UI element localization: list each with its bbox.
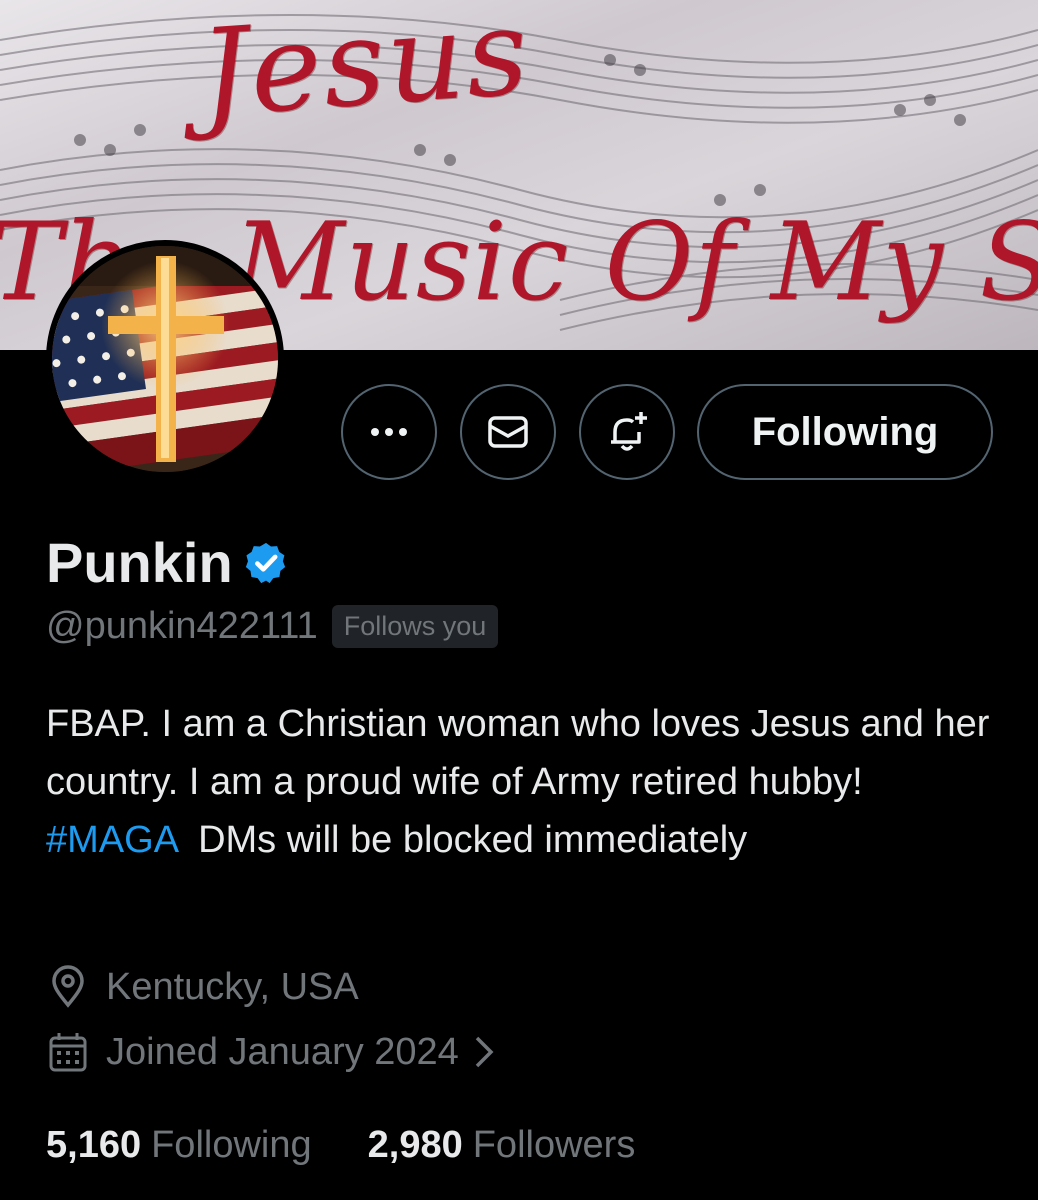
followers-count: 2,980 bbox=[367, 1124, 463, 1166]
display-name: Punkin bbox=[46, 531, 233, 594]
follow-stats: 5,160 Following 2,980 Followers bbox=[46, 1124, 635, 1167]
handle-row: @punkin422111 Follows you bbox=[46, 605, 499, 648]
banner-title-text: Jesus bbox=[195, 0, 535, 145]
verified-badge-icon[interactable] bbox=[243, 540, 289, 586]
more-icon bbox=[371, 428, 407, 436]
following-count: 5,160 bbox=[46, 1124, 142, 1166]
location-text: Kentucky, USA bbox=[106, 965, 359, 1008]
follows-you-badge: Follows you bbox=[331, 605, 499, 648]
name-row: Punkin bbox=[46, 530, 289, 595]
following-stat[interactable]: 5,160 Following bbox=[46, 1124, 312, 1167]
profile-page: Jesus The Music Of My Soul bbox=[0, 0, 1038, 1200]
chevron-right-icon bbox=[475, 1036, 494, 1068]
following-label: Following bbox=[151, 1124, 312, 1166]
location-pin-icon bbox=[52, 965, 84, 1008]
username-handle: @punkin422111 bbox=[46, 605, 318, 647]
calendar-icon bbox=[49, 1033, 87, 1072]
avatar[interactable] bbox=[46, 240, 284, 478]
bell-plus-icon bbox=[611, 412, 647, 451]
profile-bio: FBAP. I am a Christian woman who loves J… bbox=[46, 695, 996, 869]
location-row: Kentucky, USA bbox=[46, 965, 359, 1009]
joined-row[interactable]: Joined January 2024 bbox=[46, 1030, 515, 1074]
followers-stat[interactable]: 2,980 Followers bbox=[368, 1124, 636, 1167]
hashtag-link[interactable]: #MAGA bbox=[46, 819, 177, 861]
bio-text-end: DMs will be blocked immediately bbox=[176, 819, 748, 861]
followers-label: Followers bbox=[472, 1124, 636, 1166]
following-button[interactable]: Following bbox=[697, 384, 993, 480]
joined-date-text: Joined January 2024 bbox=[106, 1030, 459, 1073]
bio-text-start: FBAP. I am a Christian woman who loves J… bbox=[46, 703, 990, 803]
mail-icon bbox=[488, 416, 528, 448]
message-button[interactable] bbox=[460, 384, 556, 480]
notifications-button[interactable] bbox=[579, 384, 675, 480]
flag-cross-avatar-image bbox=[52, 246, 278, 472]
more-button[interactable] bbox=[341, 384, 437, 480]
